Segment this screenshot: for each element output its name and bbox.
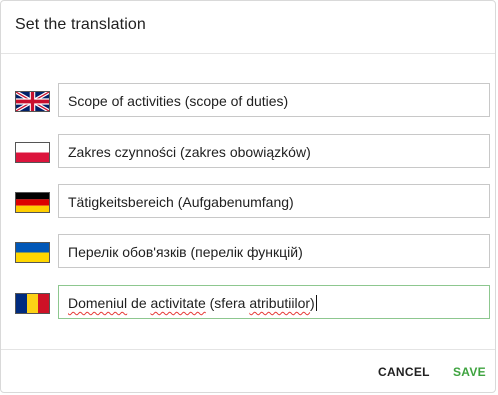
text-caret [315,295,317,311]
poland-flag-icon [15,142,50,163]
uk-flag-icon [15,91,50,112]
dialog-title: Set the translation [15,16,146,33]
save-button[interactable]: SAVE [453,365,486,379]
footer-divider [1,349,495,350]
text-segment: de [127,295,151,311]
translation-row-polish: Zakres czynności (zakres obowiązków) [1,134,495,168]
misspelled-word: atributiilor [249,295,311,311]
translation-input-english[interactable]: Scope of activities (scope of duties) [58,83,490,117]
cancel-button[interactable]: CANCEL [378,365,430,379]
romania-flag-icon [15,293,50,314]
translation-input-ukrainian[interactable]: Перелік обов'язків (перелік функцій) [58,234,490,268]
text-segment: ) [310,295,315,311]
translation-input-romanian[interactable]: Domeniul de activitate (sfera atributiil… [58,285,490,319]
translation-row-ukrainian: Перелік обов'язків (перелік функцій) [1,234,495,268]
translation-row-english: Scope of activities (scope of duties) [1,83,495,117]
translation-row-romanian: Domeniul de activitate (sfera atributiil… [1,285,495,319]
translation-row-german: Tätigkeitsbereich (Aufgabenumfang) [1,184,495,218]
dialog-header: Set the translation [1,1,495,54]
germany-flag-icon [15,192,50,213]
translation-input-polish[interactable]: Zakres czynności (zakres obowiązków) [58,134,490,168]
misspelled-word: Domeniul [68,295,128,311]
translation-dialog: Set the translation Scope of activities … [0,0,496,393]
translation-input-german[interactable]: Tätigkeitsbereich (Aufgabenumfang) [58,184,490,218]
ukraine-flag-icon [15,242,50,263]
misspelled-word: activitate [150,295,206,311]
text-segment: (sfera [205,295,250,311]
